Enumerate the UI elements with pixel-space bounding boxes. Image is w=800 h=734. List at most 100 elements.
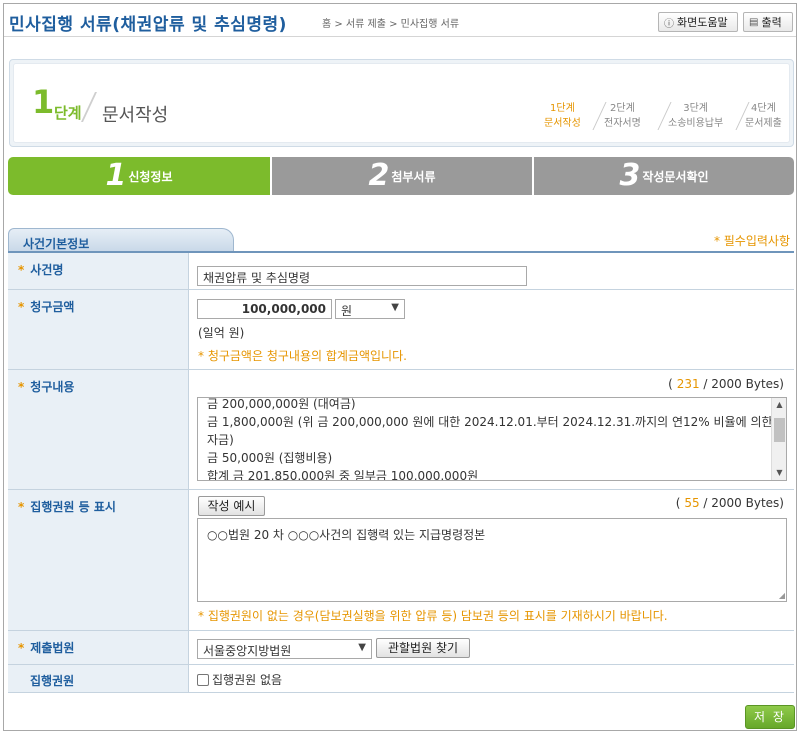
byte-count-value: 55	[684, 496, 700, 510]
tab-attachments[interactable]: 2 첨부서류	[270, 157, 532, 195]
claim-content-byte-count: ( 231 / 2000 Bytes)	[668, 377, 784, 391]
scroll-thumb[interactable]	[774, 418, 785, 442]
required-star: *	[18, 300, 25, 314]
mini-step-num: 3단계	[683, 103, 708, 114]
printer-icon: ▤	[749, 16, 759, 28]
step-indicator: 1 단계 문서작성 1단계 문서작성 2단계 전자서명 3단계 소송비용납부 4…	[9, 59, 794, 147]
textarea-scrollbar[interactable]: ▲ ▼	[771, 398, 786, 480]
info-icon: ⓘ	[664, 18, 674, 30]
write-example-button[interactable]: 작성 예시	[198, 496, 265, 516]
label-cell: * 사건명	[8, 253, 189, 289]
case-name-input[interactable]: 채권압류 및 추심명령	[197, 266, 527, 286]
mini-step-label: 문서작성	[544, 118, 581, 129]
title-display-byte-count: ( 55 / 2000 Bytes)	[675, 496, 784, 510]
row-court: * 제출법원 서울중앙지방법원 ▼ 관할법원 찾기	[8, 631, 794, 665]
print-button[interactable]: ▤ 출력	[743, 12, 793, 32]
tab-number: 1	[105, 158, 127, 193]
claim-amount-note: * 청구금액은 청구내용의 합계금액입니다.	[198, 349, 407, 363]
mini-step-label: 소송비용납부	[668, 118, 724, 129]
help-button[interactable]: ⓘ 화면도움말	[658, 12, 738, 32]
tab-number: 2	[368, 158, 390, 193]
print-button-label: 출력	[761, 16, 782, 29]
no-exec-title-label[interactable]: 집행권원 없음	[212, 671, 282, 688]
section-tab: 사건기본정보	[8, 228, 234, 252]
mini-step-1: 1단계 문서작성	[544, 101, 581, 131]
mini-step-3: 3단계 소송비용납부	[668, 101, 723, 131]
value-cell: 100,000,000 원 ▼ (일억 원) * 청구금액은 청구내용의 합계금…	[190, 290, 794, 369]
page-header: 민사집행 서류(채권압류 및 추심명령) 홈 > 서류 제출 > 민사집행 서류…	[4, 4, 796, 37]
chevron-down-icon: ▼	[391, 302, 399, 313]
row-claim-amount: * 청구금액 100,000,000 원 ▼ (일억 원) * 청구금액은 청구내…	[8, 290, 794, 370]
tab-label: 신청정보	[128, 169, 173, 184]
claim-content-textarea[interactable]: 금 200,000,000원 (대여금) 금 1,800,000원 (위 금 2…	[197, 397, 787, 481]
find-court-button[interactable]: 관할법원 찾기	[376, 638, 470, 658]
textarea-line: 금 50,000원 (집행비용)	[207, 451, 333, 465]
tab-document-review[interactable]: 3 작성문서확인	[532, 157, 794, 195]
exec-title-label: 집행권원	[30, 674, 75, 688]
value-cell: 작성 예시 ( 55 / 2000 Bytes) ○○법원 20 차 ○○○사건…	[190, 490, 794, 630]
value-cell: 집행권원 없음	[190, 665, 794, 692]
scroll-down-icon[interactable]: ▼	[772, 466, 786, 480]
current-step-word: 단계	[54, 104, 82, 122]
no-exec-title-checkbox[interactable]	[197, 674, 209, 686]
tab-application-info[interactable]: 1 신청정보	[8, 157, 270, 195]
textarea-line: 금 1,800,000원 (위 금 200,000,000 원에 대한 2024…	[207, 415, 787, 429]
mini-step-2: 2단계 전자서명	[604, 101, 641, 131]
required-note: * 필수입력사항	[713, 234, 790, 248]
mini-step-4: 4단계 문서제출	[745, 101, 782, 131]
row-title-display: * 집행권원 등 표시 작성 예시 ( 55 / 2000 Bytes) ○○법원…	[8, 490, 794, 631]
textarea-line: 금 200,000,000원 (대여금)	[207, 397, 356, 411]
court-select-value: 서울중앙지방법원	[203, 644, 292, 658]
row-case-name: * 사건명 채권압류 및 추심명령	[8, 253, 794, 290]
claim-amount-input[interactable]: 100,000,000	[197, 299, 332, 319]
mini-step-num: 4단계	[751, 103, 776, 114]
mini-step-num: 1단계	[550, 103, 575, 114]
korean-amount: (일억 원)	[198, 326, 245, 340]
mini-step-label: 전자서명	[604, 118, 641, 129]
textarea-line: 합계 금 201,850,000원 중 일부금 100,000,000원	[207, 469, 479, 481]
help-button-label: 화면도움말	[677, 16, 728, 29]
save-button[interactable]: 저 장	[745, 705, 795, 729]
section-title: 사건기본정보	[23, 237, 90, 251]
page-title: 민사집행 서류(채권압류 및 추심명령)	[9, 15, 287, 35]
textarea-line: 자금)	[207, 433, 234, 447]
mini-step-num: 2단계	[610, 103, 635, 114]
textarea-line: ○○법원 20 차 ○○○사건의 집행력 있는 지급명령정본	[207, 528, 486, 542]
title-display-textarea[interactable]: ○○법원 20 차 ○○○사건의 집행력 있는 지급명령정본 ◢	[197, 518, 787, 602]
label-cell: * 청구내용	[8, 370, 189, 489]
step-divider	[81, 92, 97, 122]
current-step-title: 문서작성	[102, 105, 169, 126]
byte-count-value: 231	[676, 377, 700, 391]
required-star: *	[18, 380, 25, 394]
resize-handle-icon[interactable]: ◢	[779, 591, 785, 600]
court-label: 제출법원	[30, 641, 75, 655]
value-cell: ( 231 / 2000 Bytes) 금 200,000,000원 (대여금)…	[190, 370, 794, 489]
court-select[interactable]: 서울중앙지방법원 ▼	[197, 639, 372, 659]
title-display-label: 집행권원 등 표시	[30, 500, 116, 514]
required-star: *	[18, 500, 25, 514]
step-indicator-inner: 1 단계 문서작성 1단계 문서작성 2단계 전자서명 3단계 소송비용납부 4…	[13, 63, 790, 143]
chevron-down-icon: ▼	[358, 642, 366, 653]
required-star: *	[18, 641, 25, 655]
label-cell: * 청구금액	[8, 290, 189, 369]
tab-number: 3	[619, 158, 641, 193]
claim-content-label: 청구내용	[30, 380, 75, 394]
page-frame: 민사집행 서류(채권압류 및 추심명령) 홈 > 서류 제출 > 민사집행 서류…	[3, 3, 797, 731]
current-step-number: 1	[32, 83, 55, 121]
mini-step-label: 문서제출	[745, 118, 782, 129]
currency-select[interactable]: 원 ▼	[335, 299, 405, 319]
breadcrumb: 홈 > 서류 제출 > 민사집행 서류	[322, 19, 460, 30]
tab-label: 첨부서류	[391, 169, 436, 184]
row-claim-content: * 청구내용 ( 231 / 2000 Bytes) 금 200,000,000원…	[8, 370, 794, 490]
label-cell: * 집행권원 등 표시	[8, 490, 189, 630]
value-cell: 채권압류 및 추심명령	[190, 253, 794, 289]
label-cell: * 제출법원	[8, 631, 189, 664]
label-cell: 집행권원	[8, 665, 189, 692]
required-star: *	[18, 263, 25, 277]
currency-select-value: 원	[341, 304, 353, 318]
tab-label: 작성문서확인	[642, 169, 709, 184]
claim-amount-label: 청구금액	[30, 300, 75, 314]
scroll-up-icon[interactable]: ▲	[772, 398, 786, 412]
value-cell: 서울중앙지방법원 ▼ 관할법원 찾기	[190, 631, 794, 664]
title-display-note: * 집행권원이 없는 경우(담보권실행을 위한 압류 등) 담보권 등의 표시를…	[198, 609, 668, 623]
